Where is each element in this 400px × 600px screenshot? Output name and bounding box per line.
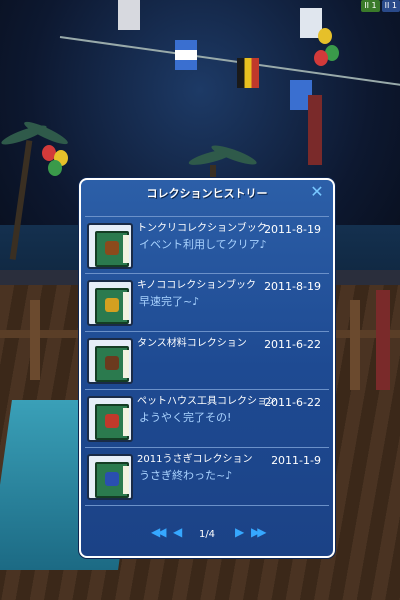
book-icon xyxy=(95,346,129,382)
entry-date: 2011-6-22 xyxy=(264,396,321,409)
collection-book-icon xyxy=(87,454,133,500)
entry-date: 2011-8-19 xyxy=(264,280,321,293)
list-item[interactable]: ペットハウス工具コレクション 2011-6-22 ようやく完了その! xyxy=(85,390,329,448)
book-icon xyxy=(95,231,129,267)
list-item[interactable]: タンス材料コレクション 2011-6-22 xyxy=(85,332,329,390)
item-icon xyxy=(105,472,119,486)
collection-book-icon xyxy=(87,396,133,442)
close-button[interactable]: ✕ xyxy=(309,184,325,200)
book-icon xyxy=(95,404,129,440)
balloon xyxy=(314,50,328,66)
history-list: トンクリコレクションブック 2011-8-19 イベント利用してクリア♪ キノコ… xyxy=(85,216,329,506)
entry-name: ペットハウス工具コレクション xyxy=(137,396,277,407)
entry-comment: ようやく完了その! xyxy=(139,411,232,424)
pagination: ◀◀ ◀ 1/4 ▶ ▶▶ xyxy=(81,524,333,544)
book-icon xyxy=(95,462,129,498)
entry-comment: 早速完了~♪ xyxy=(139,295,200,308)
window-title: コレクションヒストリー xyxy=(146,187,268,200)
balloon xyxy=(48,160,62,176)
bunting-flag xyxy=(175,40,197,70)
entry-name: タンス材料コレクション xyxy=(137,338,247,349)
collection-book-icon xyxy=(87,223,133,269)
entry-date: 2011-8-19 xyxy=(264,223,321,236)
item-icon xyxy=(105,356,119,370)
list-item[interactable]: キノココレクションブック 2011-8-19 早速完了~♪ xyxy=(85,274,329,332)
item-icon xyxy=(105,241,119,255)
next-page-button[interactable]: ▶ xyxy=(235,525,244,539)
railing-post xyxy=(30,300,40,380)
entry-date: 2011-6-22 xyxy=(264,338,321,351)
status-badge: II 1 xyxy=(381,0,400,12)
entry-date: 2011-1-9 xyxy=(271,454,321,467)
bunting-flag xyxy=(118,0,140,30)
vertical-banner xyxy=(376,290,390,390)
collection-history-window: コレクションヒストリー ✕ トンクリコレクションブック 2011-8-19 イベ… xyxy=(79,178,335,558)
entry-comment: イベント利用してクリア♪ xyxy=(139,238,267,251)
entry-comment: うさぎ終わった~♪ xyxy=(139,469,233,482)
balloon xyxy=(318,28,332,44)
collection-book-icon xyxy=(87,280,133,326)
collection-book-icon xyxy=(87,338,133,384)
page-indicator: 1/4 xyxy=(198,529,216,540)
book-icon xyxy=(95,288,129,324)
status-badge: II 1 xyxy=(361,0,380,12)
list-item[interactable]: 2011うさぎコレクション 2011-1-9 うさぎ終わった~♪ xyxy=(85,448,329,506)
first-page-button[interactable]: ◀◀ xyxy=(151,525,167,539)
item-icon xyxy=(105,298,119,312)
list-item[interactable]: トンクリコレクションブック 2011-8-19 イベント利用してクリア♪ xyxy=(85,216,329,274)
entry-name: トンクリコレクションブック xyxy=(137,223,267,234)
prev-page-button[interactable]: ◀ xyxy=(173,525,182,539)
status-hud: II 1 II 1 xyxy=(361,0,400,12)
entry-name: 2011うさぎコレクション xyxy=(137,454,253,465)
item-icon xyxy=(105,414,119,428)
last-page-button[interactable]: ▶▶ xyxy=(251,525,267,539)
bunting-flag xyxy=(237,58,259,88)
railing-post xyxy=(350,300,360,390)
vertical-banner xyxy=(308,95,322,165)
entry-name: キノココレクションブック xyxy=(137,280,256,291)
